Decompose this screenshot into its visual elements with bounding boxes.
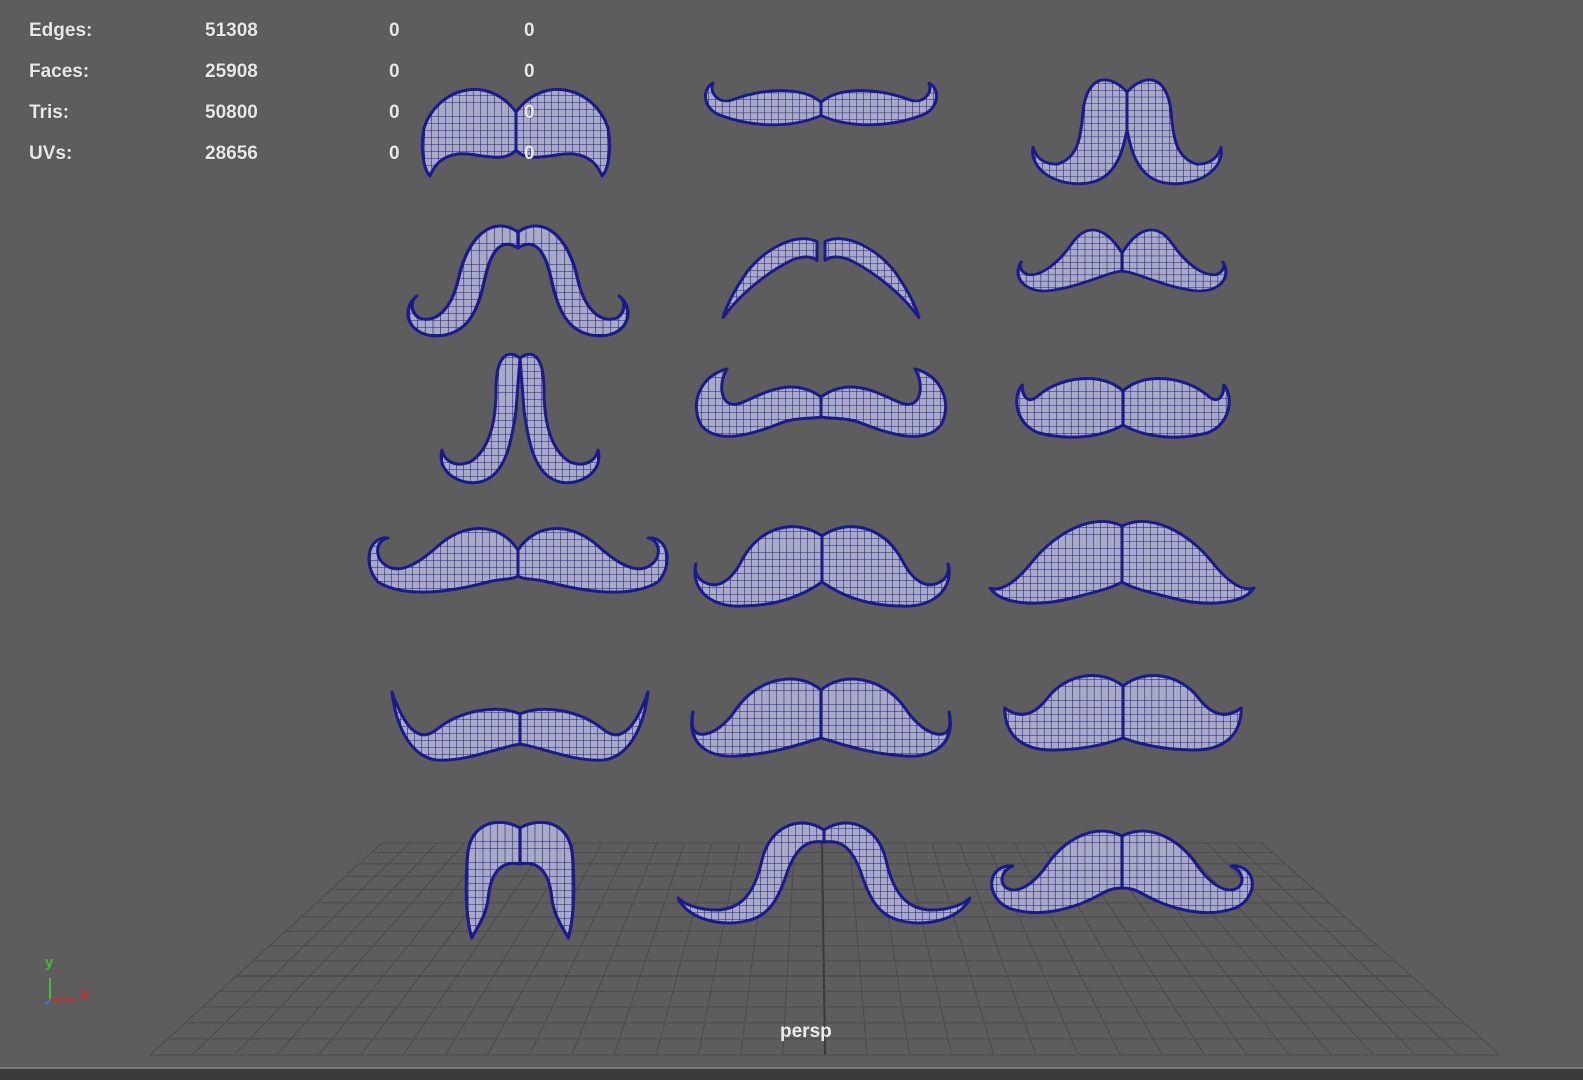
viewport-persp[interactable]: Edges: 51308 0 0 Faces: 25908 0 0 Tris: … <box>0 0 1583 1067</box>
hud-edges-other: 0 <box>524 20 535 41</box>
mustache-half-left[interactable] <box>690 677 823 758</box>
mustache-half-left[interactable] <box>367 527 520 594</box>
mustache-half-right[interactable] <box>819 81 938 127</box>
hud-faces-count: 25908 <box>205 61 258 82</box>
mustache-mesh-4[interactable] <box>406 224 630 338</box>
axis-x-label: x <box>80 986 89 1003</box>
mustache-half-left[interactable] <box>439 352 522 485</box>
mustache-half-right[interactable] <box>1120 228 1228 293</box>
mustache-mesh-9[interactable] <box>1015 377 1231 439</box>
mustache-half-left[interactable] <box>1015 377 1125 439</box>
mustache-half-right[interactable] <box>516 527 669 594</box>
mustache-mesh-2[interactable] <box>704 81 938 127</box>
mustache-half-right[interactable] <box>518 352 601 485</box>
mustache-half-right[interactable] <box>516 224 630 338</box>
mustache-half-right[interactable] <box>823 237 921 319</box>
axis-y-label: y <box>45 954 54 971</box>
mustache-half-left[interactable] <box>1003 674 1125 752</box>
mustache-half-right[interactable] <box>819 367 948 438</box>
hud-tris-label: Tris: <box>29 102 70 123</box>
mustache-mesh-16[interactable] <box>464 820 576 940</box>
axis-gizmo: y x <box>40 954 100 1008</box>
hud-uvs-count: 28656 <box>205 143 258 164</box>
hud-edges-count: 51308 <box>205 20 258 41</box>
mustache-mesh-12[interactable] <box>988 520 1256 605</box>
mustache-half-right[interactable] <box>1121 674 1243 752</box>
mustache-half-left[interactable] <box>704 81 823 127</box>
mustache-mesh-13[interactable] <box>390 690 650 762</box>
mustache-half-left[interactable] <box>676 821 826 925</box>
mustache-half-right[interactable] <box>1125 78 1223 186</box>
hud-edges-selected: 0 <box>389 20 400 41</box>
mustache-grid[interactable] <box>367 78 1256 940</box>
mustache-half-left[interactable] <box>694 367 823 438</box>
mustache-mesh-1[interactable] <box>420 87 612 178</box>
mustache-half-left[interactable] <box>988 520 1124 605</box>
mustache-mesh-8[interactable] <box>694 367 948 438</box>
hud-uvs-selected: 0 <box>389 143 400 164</box>
mustache-mesh-7[interactable] <box>439 352 601 485</box>
mustache-mesh-10[interactable] <box>367 527 669 594</box>
mustache-half-right[interactable] <box>822 821 972 925</box>
hud-faces-selected: 0 <box>389 61 400 82</box>
mustache-mesh-15[interactable] <box>1003 674 1243 752</box>
hud-faces-other: 0 <box>524 61 535 82</box>
mustache-mesh-3[interactable] <box>1031 78 1223 186</box>
mustache-half-left[interactable] <box>1031 78 1129 186</box>
mustache-mesh-17[interactable] <box>676 821 972 925</box>
mustache-half-right[interactable] <box>819 677 952 758</box>
mustache-half-right[interactable] <box>1121 377 1231 439</box>
mustache-half-left[interactable] <box>464 820 522 940</box>
mustache-half-right[interactable] <box>1120 520 1256 605</box>
mustache-mesh-5[interactable] <box>721 237 921 319</box>
hud-tris-selected: 0 <box>389 102 400 123</box>
mustache-half-left[interactable] <box>693 525 824 608</box>
mustache-half-left[interactable] <box>721 237 819 319</box>
hud-faces-label: Faces: <box>29 61 90 82</box>
mustache-half-right[interactable] <box>518 690 650 762</box>
hud-tris-count: 50800 <box>205 102 258 123</box>
mustache-half-left[interactable] <box>390 690 522 762</box>
mustache-half-left[interactable] <box>420 87 518 178</box>
hud-edges-label: Edges: <box>29 20 93 41</box>
mustache-mesh-11[interactable] <box>693 525 951 608</box>
hud-uvs-label: UVs: <box>29 143 73 164</box>
camera-name-label: persp <box>780 1021 832 1042</box>
mustache-mesh-14[interactable] <box>690 677 952 758</box>
hud-tris-other: 0 <box>524 102 535 123</box>
hud-uvs-other: 0 <box>524 143 535 164</box>
mustache-half-left[interactable] <box>1016 228 1124 293</box>
viewport-bottom-border <box>0 1067 1583 1080</box>
mustache-mesh-6[interactable] <box>1016 228 1228 293</box>
mustache-half-right[interactable] <box>820 525 951 608</box>
mustache-half-left[interactable] <box>406 224 520 338</box>
mustache-half-right[interactable] <box>518 820 576 940</box>
